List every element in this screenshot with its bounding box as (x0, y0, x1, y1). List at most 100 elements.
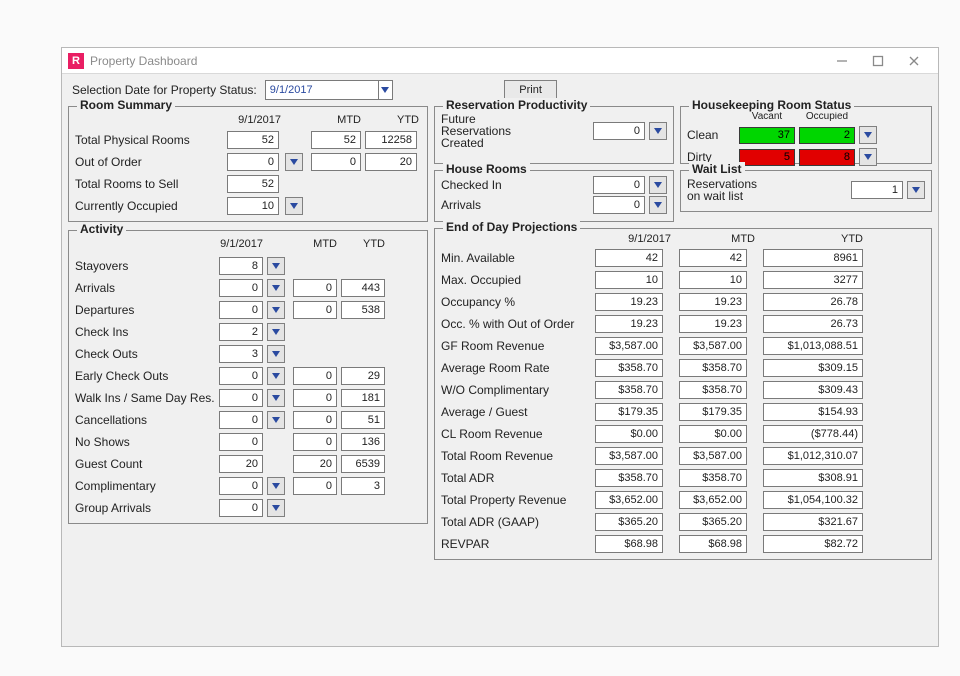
titlebar: R Property Dashboard (62, 48, 938, 74)
activity-dep-ytd: 538 (341, 301, 385, 319)
eod-occooo-ytd: 26.73 (763, 315, 863, 333)
wait-list-dropdown[interactable] (907, 181, 925, 199)
minimize-button[interactable] (824, 50, 860, 72)
activity-row-walk: Walk Ins / Same Day Res.00181 (75, 389, 421, 407)
activity-canc-dropdown[interactable] (267, 411, 285, 429)
out-of-order-label: Out of Order (75, 155, 223, 169)
eod-occpct-mtd: 19.23 (679, 293, 747, 311)
hk-clean-dropdown[interactable] (859, 126, 877, 144)
activity-cout-dropdown[interactable] (267, 345, 285, 363)
selection-date-field[interactable] (265, 80, 393, 100)
reservation-productivity-group: Reservation Productivity Future Reservat… (434, 106, 674, 164)
activity-col-mtd: MTD (293, 238, 337, 250)
eod-wocomp-label: W/O Complimentary (441, 383, 587, 397)
eod-clrev-mtd: $0.00 (679, 425, 747, 443)
activity-canc-label: Cancellations (75, 413, 215, 427)
hk-col-occupied: Occupied (799, 111, 855, 122)
eod-avgguest-label: Average / Guest (441, 405, 587, 419)
activity-comp-day: 0 (219, 477, 263, 495)
eod-gaap-label: Total ADR (GAAP) (441, 515, 587, 529)
eod-occpct-label: Occupancy % (441, 295, 587, 309)
housekeeping-legend: Housekeeping Room Status (689, 98, 854, 112)
eod-gfrev-label: GF Room Revenue (441, 339, 587, 353)
selection-date-label: Selection Date for Property Status: (72, 83, 257, 97)
activity-eco-mtd: 0 (293, 367, 337, 385)
activity-eco-label: Early Check Outs (75, 369, 215, 383)
arrivals-label: Arrivals (441, 198, 589, 212)
activity-eco-dropdown[interactable] (267, 367, 285, 385)
total-physical-rooms-mtd: 52 (311, 131, 361, 149)
eod-wocomp-day: $358.70 (595, 381, 663, 399)
activity-arr-dropdown[interactable] (267, 279, 285, 297)
activity-comp-dropdown[interactable] (267, 477, 285, 495)
activity-canc-ytd: 51 (341, 411, 385, 429)
hk-col-vacant: Vacant (739, 111, 795, 122)
eod-totadr-mtd: $358.70 (679, 469, 747, 487)
maximize-button[interactable] (860, 50, 896, 72)
wait-list-group: Wait List Reservations on wait list 1 (680, 170, 932, 212)
selection-date-dropdown-icon[interactable] (378, 81, 392, 99)
eod-revpar-mtd: $68.98 (679, 535, 747, 553)
activity-row-cout: Check Outs3 (75, 345, 421, 363)
activity-stay-dropdown[interactable] (267, 257, 285, 275)
eod-revpar-day: $68.98 (595, 535, 663, 553)
activity-cin-day: 2 (219, 323, 263, 341)
activity-dep-label: Departures (75, 303, 215, 317)
eod-occooo-mtd: 19.23 (679, 315, 747, 333)
eod-row-minavail: Min. Available42428961 (441, 249, 925, 267)
close-button[interactable] (896, 50, 932, 72)
eod-row-gaap: Total ADR (GAAP)$365.20$365.20$321.67 (441, 513, 925, 531)
eod-minavail-ytd: 8961 (763, 249, 863, 267)
activity-walk-label: Walk Ins / Same Day Res. (75, 391, 215, 405)
eod-avgrate-label: Average Room Rate (441, 361, 587, 375)
future-reservations-dropdown[interactable] (649, 122, 667, 140)
activity-gc-mtd: 20 (293, 455, 337, 473)
activity-cin-dropdown[interactable] (267, 323, 285, 341)
activity-row-arr: Arrivals00443 (75, 279, 421, 297)
activity-dep-dropdown[interactable] (267, 301, 285, 319)
eod-minavail-label: Min. Available (441, 251, 587, 265)
activity-cout-label: Check Outs (75, 347, 215, 361)
activity-arr-ytd: 443 (341, 279, 385, 297)
hk-dirty-dropdown[interactable] (859, 148, 877, 166)
activity-comp-ytd: 3 (341, 477, 385, 495)
app-window: R Property Dashboard Selection Date for … (61, 47, 939, 647)
activity-row-garr: Group Arrivals0 (75, 499, 421, 517)
eod-tpr-ytd: $1,054,100.32 (763, 491, 863, 509)
eod-tpr-mtd: $3,652.00 (679, 491, 747, 509)
eod-legend: End of Day Projections (443, 220, 580, 234)
activity-walk-ytd: 181 (341, 389, 385, 407)
eod-clrev-day: $0.00 (595, 425, 663, 443)
total-rooms-to-sell-label: Total Rooms to Sell (75, 177, 223, 191)
arrivals-dropdown[interactable] (649, 196, 667, 214)
eod-occooo-day: 19.23 (595, 315, 663, 333)
eod-gaap-ytd: $321.67 (763, 513, 863, 531)
currently-occupied-dropdown[interactable] (285, 197, 303, 215)
eod-tpr-day: $3,652.00 (595, 491, 663, 509)
print-button[interactable]: Print (504, 80, 557, 100)
selection-date-input[interactable] (266, 81, 378, 99)
app-icon: R (68, 53, 84, 69)
hk-clean-occupied: 2 (799, 127, 855, 144)
eod-totrev-day: $3,587.00 (595, 447, 663, 465)
eod-avgrate-ytd: $309.15 (763, 359, 863, 377)
activity-walk-mtd: 0 (293, 389, 337, 407)
eod-totadr-day: $358.70 (595, 469, 663, 487)
activity-garr-dropdown[interactable] (267, 499, 285, 517)
wait-list-value: 1 (851, 181, 903, 199)
eod-gfrev-mtd: $3,587.00 (679, 337, 747, 355)
eod-avgrate-day: $358.70 (595, 359, 663, 377)
eod-tpr-label: Total Property Revenue (441, 493, 587, 507)
activity-walk-day: 0 (219, 389, 263, 407)
eod-totrev-mtd: $3,587.00 (679, 447, 747, 465)
activity-walk-dropdown[interactable] (267, 389, 285, 407)
out-of-order-dropdown[interactable] (285, 153, 303, 171)
eod-clrev-ytd: ($778.44) (763, 425, 863, 443)
activity-row-comp: Complimentary003 (75, 477, 421, 495)
future-reservations-label: Future Reservations Created (441, 113, 589, 149)
eod-row-wocomp: W/O Complimentary$358.70$358.70$309.43 (441, 381, 925, 399)
eod-occooo-label: Occ. % with Out of Order (441, 317, 587, 331)
checked-in-dropdown[interactable] (649, 176, 667, 194)
eod-row-clrev: CL Room Revenue$0.00$0.00($778.44) (441, 425, 925, 443)
activity-garr-label: Group Arrivals (75, 501, 215, 515)
